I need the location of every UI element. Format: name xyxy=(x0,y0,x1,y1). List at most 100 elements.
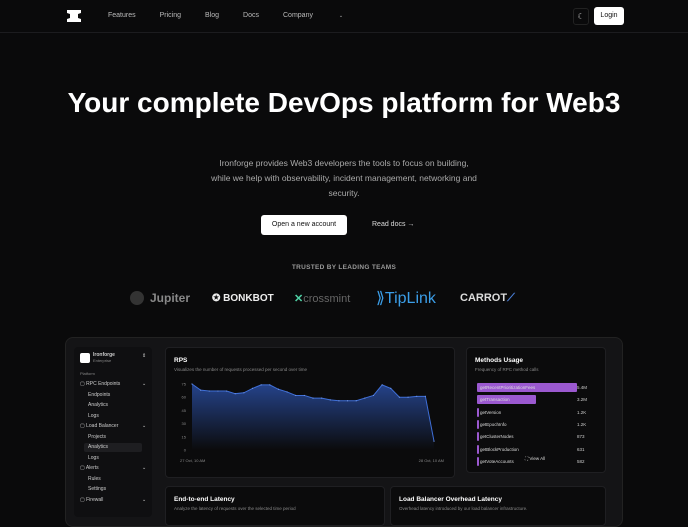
rps-point xyxy=(225,390,228,392)
org-avatar xyxy=(80,353,90,363)
method-name: getVoteAccounts xyxy=(480,458,514,464)
crossmint-text: crossmint xyxy=(303,292,351,305)
nav-blog[interactable]: Blog xyxy=(205,12,219,19)
sidebar-item[interactable]: Settings xyxy=(84,485,142,494)
chevron-down-icon: ⌄ xyxy=(142,381,147,387)
sidebar-group[interactable]: ▢ Load Balancer ⌄ xyxy=(80,422,154,431)
sidebar-item[interactable]: Logs xyxy=(84,412,142,421)
arrow-right-icon: → xyxy=(407,221,415,228)
method-value: 3.2M xyxy=(577,397,588,403)
view-all-label: View All xyxy=(529,456,546,461)
sidebar-item-label: Logs xyxy=(88,454,99,461)
theme-toggle-button[interactable]: ☾ xyxy=(573,8,589,25)
sidebar-item-label: Endpoints xyxy=(88,391,111,398)
sidebar-item[interactable]: Analytics xyxy=(84,443,142,452)
open-account-button[interactable]: Open a new account xyxy=(261,215,347,235)
sidebar-group-label: Firewall xyxy=(86,496,104,503)
sidebar-item-label: Analytics xyxy=(88,402,109,408)
rps-point xyxy=(251,387,254,389)
sidebar-item[interactable]: Rules xyxy=(84,475,142,484)
rps-card: RPS Visualizes the number of requests pr… xyxy=(165,347,455,478)
rps-point xyxy=(208,390,210,392)
sidebar-group-label: Load Balancer xyxy=(86,423,119,429)
rps-point xyxy=(329,399,331,401)
chevron-down-icon: ⌄ xyxy=(142,496,147,503)
lock-icon: ▢ xyxy=(80,496,85,503)
moon-icon: ☾ xyxy=(577,12,585,21)
method-bar xyxy=(477,432,479,442)
hero-subtitle: Ironforge provides Web3 developers the t… xyxy=(211,158,477,198)
methods-card: Methods Usage Frequency of RPC method ca… xyxy=(466,347,606,473)
dashboard-sidebar: Ironforge Enterprise ⇕ Platform ▢ RPC En… xyxy=(74,347,152,517)
rps-point xyxy=(200,389,202,391)
crossmint-icon: ✕ xyxy=(294,292,304,305)
rps-point xyxy=(321,397,323,399)
rps-point xyxy=(286,391,288,393)
read-docs-link[interactable]: Read docs → xyxy=(372,215,414,235)
lb-latency-card: Load Balancer Overhead Latency Overhead … xyxy=(390,486,606,526)
section-label: Platform xyxy=(80,371,95,376)
lb-latency-title: Load Balancer Overhead Latency xyxy=(399,496,502,503)
rps-point xyxy=(355,400,357,402)
nav-docs[interactable]: Docs xyxy=(243,12,259,19)
rps-point xyxy=(312,397,314,399)
rps-point xyxy=(277,388,280,390)
y-tick-label: 30 xyxy=(182,421,187,426)
org-switcher-icon[interactable]: ⇕ xyxy=(142,353,146,359)
y-tick-label: 45 xyxy=(182,408,187,413)
sidebar-item[interactable]: Logs xyxy=(84,454,142,463)
rps-point xyxy=(346,400,349,402)
bonkbot-text: BONKBOT xyxy=(223,292,274,304)
rps-point xyxy=(381,384,383,386)
rps-point xyxy=(260,384,262,386)
method-bar xyxy=(477,419,479,429)
rps-point xyxy=(243,392,245,394)
nav-company[interactable]: Company ⌄ xyxy=(283,12,367,19)
view-all-button[interactable]: ⛶ View All xyxy=(525,456,545,461)
method-value: 5.4M xyxy=(577,385,588,390)
sidebar-item[interactable]: Analytics xyxy=(84,401,142,410)
bonkbot-logo: ✪ BONKBOT xyxy=(212,292,274,304)
tiplink-logo: ⟫TipLink xyxy=(376,288,460,308)
method-value: 873 xyxy=(577,434,585,440)
chevron-down-icon: ⌄ xyxy=(338,13,344,19)
sidebar-item[interactable]: Endpoints xyxy=(84,391,142,400)
tiplink-text: TipLink xyxy=(384,290,436,307)
load-balancer-icon: ▢ xyxy=(80,423,85,429)
nav-pricing[interactable]: Pricing xyxy=(160,12,181,19)
sidebar-group-label: RPC Endpoints xyxy=(86,381,121,387)
sidebar-group[interactable]: ▢ Firewall ⌄ xyxy=(80,496,154,505)
method-value: 1.2K xyxy=(577,421,587,427)
carrot-text: CARROT xyxy=(460,291,508,304)
nav-features[interactable]: Features xyxy=(108,12,136,19)
sidebar-group[interactable]: ▢ Alerts ⌄ xyxy=(80,464,154,473)
sidebar-item[interactable]: Projects xyxy=(84,433,142,442)
rps-point xyxy=(295,394,297,397)
rps-point xyxy=(398,396,401,398)
method-value: 1.2K xyxy=(577,409,587,415)
sidebar-item-label: Logs xyxy=(88,412,99,419)
server-icon: ▢ xyxy=(80,381,85,387)
y-tick-label: 0 xyxy=(184,448,187,453)
login-button[interactable]: Login xyxy=(594,7,624,25)
method-name: getRecentPrioritizationFees xyxy=(480,385,536,390)
rps-chart: 0 15 30 45 60 75 27 Oct, 10 AM 28 Oct, 10 AM xyxy=(180,382,444,464)
sidebar-item-label: Rules xyxy=(88,475,101,482)
sidebar-group[interactable]: ▢ RPC Endpoints ⌄ xyxy=(80,380,154,389)
sidebar-item-label: Analytics xyxy=(88,444,109,450)
methods-subtitle: Frequency of RPC method calls xyxy=(475,367,539,372)
sidebar-group-label: Alerts xyxy=(85,465,99,471)
y-tick-label: 75 xyxy=(182,382,187,387)
rps-point xyxy=(364,397,366,399)
rps-point xyxy=(338,400,340,402)
method-name: getTransaction xyxy=(480,397,510,403)
rps-point xyxy=(372,394,375,397)
rps-area xyxy=(192,384,434,450)
rps-point xyxy=(424,395,426,397)
rps-point xyxy=(407,396,409,398)
sidebar-item-label: Settings xyxy=(88,486,107,492)
ironforge-logo[interactable] xyxy=(67,10,81,22)
rps-point xyxy=(191,383,193,385)
carrot-icon: ⟋ xyxy=(507,291,515,304)
latency-title: End-to-end Latency xyxy=(174,496,235,503)
